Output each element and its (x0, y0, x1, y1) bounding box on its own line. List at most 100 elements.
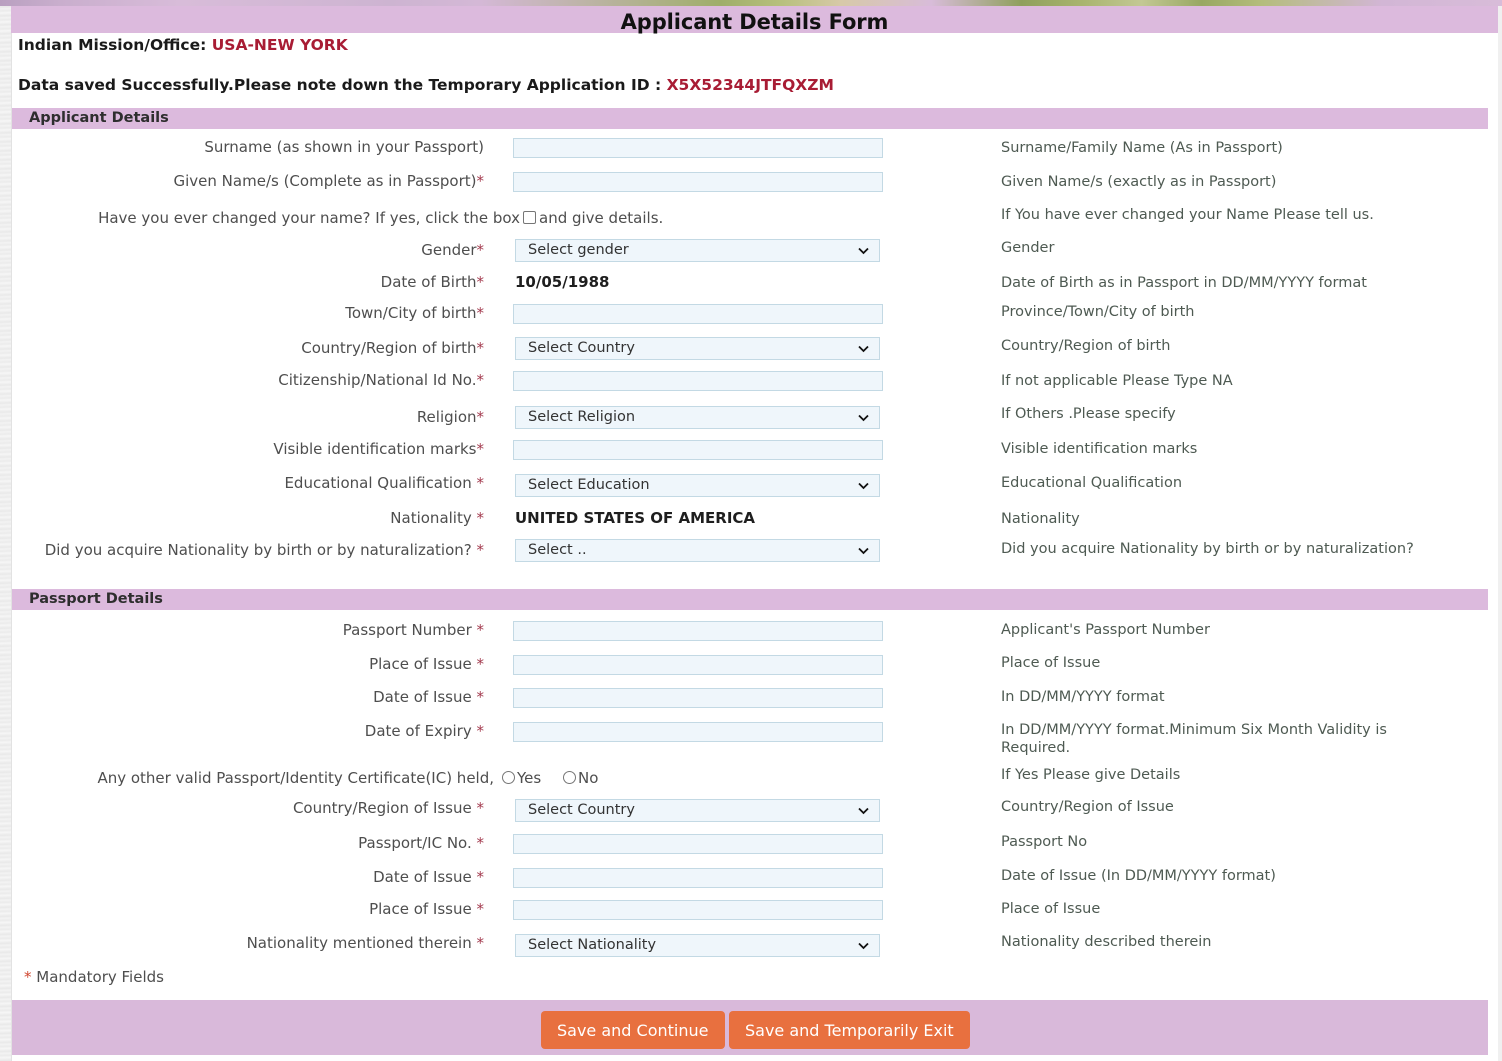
other-passport-yes-radio[interactable] (502, 771, 515, 784)
identification-marks-input[interactable] (513, 440, 883, 460)
mission-office-value: USA-NEW YORK (212, 36, 348, 54)
help-ic-place-of-issue: Place of Issue (1001, 900, 1481, 918)
help-given-name: Given Name/s (exactly as in Passport) (1001, 173, 1481, 191)
label-passport-number-text: Passport Number (343, 621, 477, 639)
nationality-acquired-select-value: Select .. (528, 542, 587, 558)
label-date-of-birth-text: Date of Birth (381, 273, 477, 291)
label-nationality: Nationality * (20, 509, 484, 528)
label-gender-text: Gender (421, 241, 476, 259)
label-date-of-expiry: Date of Expiry * (20, 722, 484, 741)
label-education-text: Educational Qualification (284, 474, 476, 492)
label-date-of-expiry-text: Date of Expiry (365, 722, 477, 740)
education-select[interactable]: Select Education (515, 474, 880, 497)
mandatory-fields-text: Mandatory Fields (36, 968, 164, 986)
label-education: Educational Qualification * (20, 474, 484, 493)
required-marker: * (477, 304, 485, 322)
nationality-therein-select[interactable]: Select Nationality (515, 934, 880, 957)
ic-date-of-issue-input[interactable] (513, 868, 883, 888)
label-nationality-therein-text: Nationality mentioned therein (247, 934, 477, 952)
passport-ic-no-input[interactable] (513, 834, 883, 854)
label-passport-number: Passport Number * (20, 621, 484, 640)
country-of-birth-select-value: Select Country (528, 340, 635, 356)
save-and-continue-button[interactable]: Save and Continue (541, 1011, 725, 1049)
ic-place-of-issue-input[interactable] (513, 900, 883, 920)
label-nationality-therein: Nationality mentioned therein * (20, 934, 484, 953)
required-marker: * (477, 172, 485, 190)
label-identification-marks-text: Visible identification marks (273, 440, 476, 458)
place-of-issue-input[interactable] (513, 655, 883, 675)
label-nationality-acquired: Did you acquire Nationality by birth or … (20, 541, 484, 560)
help-education: Educational Qualification (1001, 474, 1481, 492)
required-marker: * (477, 799, 485, 817)
saved-message-text: Data saved Successfully.Please note down… (18, 76, 661, 94)
label-country-of-birth: Country/Region of birth* (20, 339, 484, 358)
save-and-temporarily-exit-button[interactable]: Save and Temporarily Exit (729, 1011, 970, 1049)
help-citizenship-id: If not applicable Please Type NA (1001, 372, 1481, 390)
label-passport-ic-no-text: Passport/IC No. (358, 834, 476, 852)
date-of-expiry-input[interactable] (513, 722, 883, 742)
help-passport-number: Applicant's Passport Number (1001, 621, 1481, 639)
chevron-down-icon (857, 411, 870, 424)
given-name-input[interactable] (513, 172, 883, 192)
label-nationality-text: Nationality (390, 509, 476, 527)
help-gender: Gender (1001, 239, 1481, 257)
gender-select[interactable]: Select gender (515, 239, 880, 262)
temporary-application-id: X5X52344JTFQXZM (667, 76, 834, 94)
required-marker: * (477, 408, 485, 426)
label-surname-text: Surname (as shown in your Passport) (204, 138, 484, 156)
other-passport-no-radio[interactable] (563, 771, 576, 784)
required-marker: * (477, 541, 485, 559)
religion-select[interactable]: Select Religion (515, 406, 880, 429)
required-marker: * (477, 688, 485, 706)
label-nationality-acquired-text: Did you acquire Nationality by birth or … (45, 541, 477, 559)
mandatory-fields-note: * Mandatory Fields (24, 968, 164, 986)
label-date-of-issue-text: Date of Issue (373, 688, 476, 706)
passport-number-input[interactable] (513, 621, 883, 641)
required-marker: * (477, 273, 485, 291)
required-marker: * (477, 934, 485, 952)
label-country-of-issue-text: Country/Region of Issue (293, 799, 477, 817)
country-of-issue-select[interactable]: Select Country (515, 799, 880, 822)
required-marker: * (477, 655, 485, 673)
surname-input[interactable] (513, 138, 883, 158)
help-nationality-therein: Nationality described therein (1001, 933, 1481, 951)
chevron-down-icon (857, 479, 870, 492)
label-surname: Surname (as shown in your Passport) (20, 138, 484, 157)
label-country-of-birth-text: Country/Region of birth (301, 339, 476, 357)
chevron-down-icon (857, 939, 870, 952)
nationality-acquired-select[interactable]: Select .. (515, 539, 880, 562)
chevron-down-icon (857, 804, 870, 817)
section-header-passport-details: Passport Details (11, 589, 1488, 610)
required-marker: * (477, 371, 485, 389)
label-place-of-issue: Place of Issue * (20, 655, 484, 674)
help-ic-date-of-issue: Date of Issue (In DD/MM/YYYY format) (1001, 867, 1481, 885)
page-title-bar: Applicant Details Form (11, 6, 1498, 33)
education-select-value: Select Education (528, 477, 650, 493)
label-country-of-issue: Country/Region of Issue * (20, 799, 484, 818)
changed-name-suffix: and give details. (539, 209, 663, 227)
required-marker: * (477, 722, 485, 740)
label-place-of-issue-text: Place of Issue (369, 655, 476, 673)
required-marker: * (477, 440, 485, 458)
date-of-birth-value: 10/05/1988 (515, 273, 609, 291)
date-of-issue-input[interactable] (513, 688, 883, 708)
label-changed-name-text: Have you ever changed your name? If yes,… (98, 209, 520, 227)
page-right-gutter (1498, 0, 1502, 1061)
help-nationality: Nationality (1001, 510, 1481, 528)
help-religion: If Others .Please specify (1001, 405, 1481, 423)
country-of-birth-select[interactable]: Select Country (515, 337, 880, 360)
section-title-passport-details: Passport Details (29, 591, 163, 607)
label-citizenship-id: Citizenship/National Id No.* (20, 371, 484, 390)
saved-message-line: Data saved Successfully.Please note down… (18, 76, 834, 94)
changed-name-checkbox[interactable] (523, 211, 536, 224)
section-title-applicant-details: Applicant Details (29, 110, 169, 126)
nationality-therein-select-value: Select Nationality (528, 937, 656, 953)
label-given-name-text: Given Name/s (Complete as in Passport) (174, 172, 477, 190)
label-changed-name: Have you ever changed your name? If yes,… (20, 209, 520, 228)
gender-select-value: Select gender (528, 242, 629, 258)
town-of-birth-input[interactable] (513, 304, 883, 324)
label-town-of-birth: Town/City of birth* (20, 304, 484, 323)
required-marker: * (477, 339, 485, 357)
required-marker: * (477, 900, 485, 918)
citizenship-id-input[interactable] (513, 371, 883, 391)
